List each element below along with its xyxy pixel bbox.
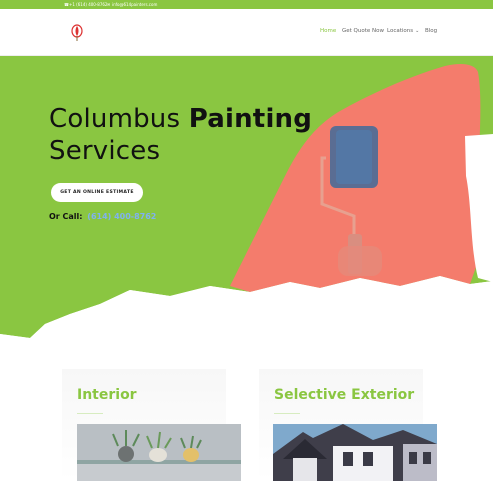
logo-icon[interactable] <box>70 24 84 42</box>
interior-image <box>77 424 241 481</box>
hero-title-part-2: Services <box>49 136 161 166</box>
nav-blog[interactable]: Blog <box>425 28 437 34</box>
topbar-phone-text: +1 (614) 400-8762 <box>69 2 108 7</box>
phone-icon: ☎ <box>64 2 69 7</box>
exterior-image <box>273 424 437 481</box>
call-label: Or Call: <box>49 212 83 221</box>
hero-title-bold: Painting <box>188 104 313 134</box>
service-card-exterior[interactable]: Selective Exterior <box>259 369 437 481</box>
hero-section: Columbus Painting Services GET AN ONLINE… <box>0 56 493 346</box>
nav-locations[interactable]: Locations ⌄ <box>387 28 419 34</box>
topbar-phone[interactable]: ☎+1 (614) 400-8762 <box>64 1 107 8</box>
hero-title-part-1: Columbus <box>49 104 189 134</box>
card-title: Selective Exterior <box>274 387 415 403</box>
top-bar: ☎+1 (614) 400-8762 ✉ info@614painters.com <box>0 0 493 9</box>
hero-title: Columbus Painting Services <box>49 103 312 167</box>
call-phone-link[interactable]: (614) 400-8762 <box>87 212 156 221</box>
card-title: Interior <box>77 387 137 403</box>
email-icon: ✉ <box>107 2 111 7</box>
nav-get-quote[interactable]: Get Quote Now <box>342 28 384 34</box>
service-card-interior[interactable]: Interior <box>62 369 241 481</box>
call-line: Or Call: (614) 400-8762 <box>49 212 156 221</box>
site-header: Home Get Quote Now Locations ⌄ Blog <box>0 9 493 56</box>
nav-home[interactable]: Home <box>320 28 336 34</box>
topbar-email-text: info@614painters.com <box>112 2 158 7</box>
get-estimate-button[interactable]: GET AN ONLINE ESTIMATE <box>51 183 143 202</box>
card-divider <box>77 413 103 414</box>
topbar-email[interactable]: ✉ info@614painters.com <box>107 1 157 8</box>
card-divider <box>274 413 300 414</box>
nav-locations-label: Locations <box>387 28 414 34</box>
chevron-down-icon: ⌄ <box>415 28 420 34</box>
